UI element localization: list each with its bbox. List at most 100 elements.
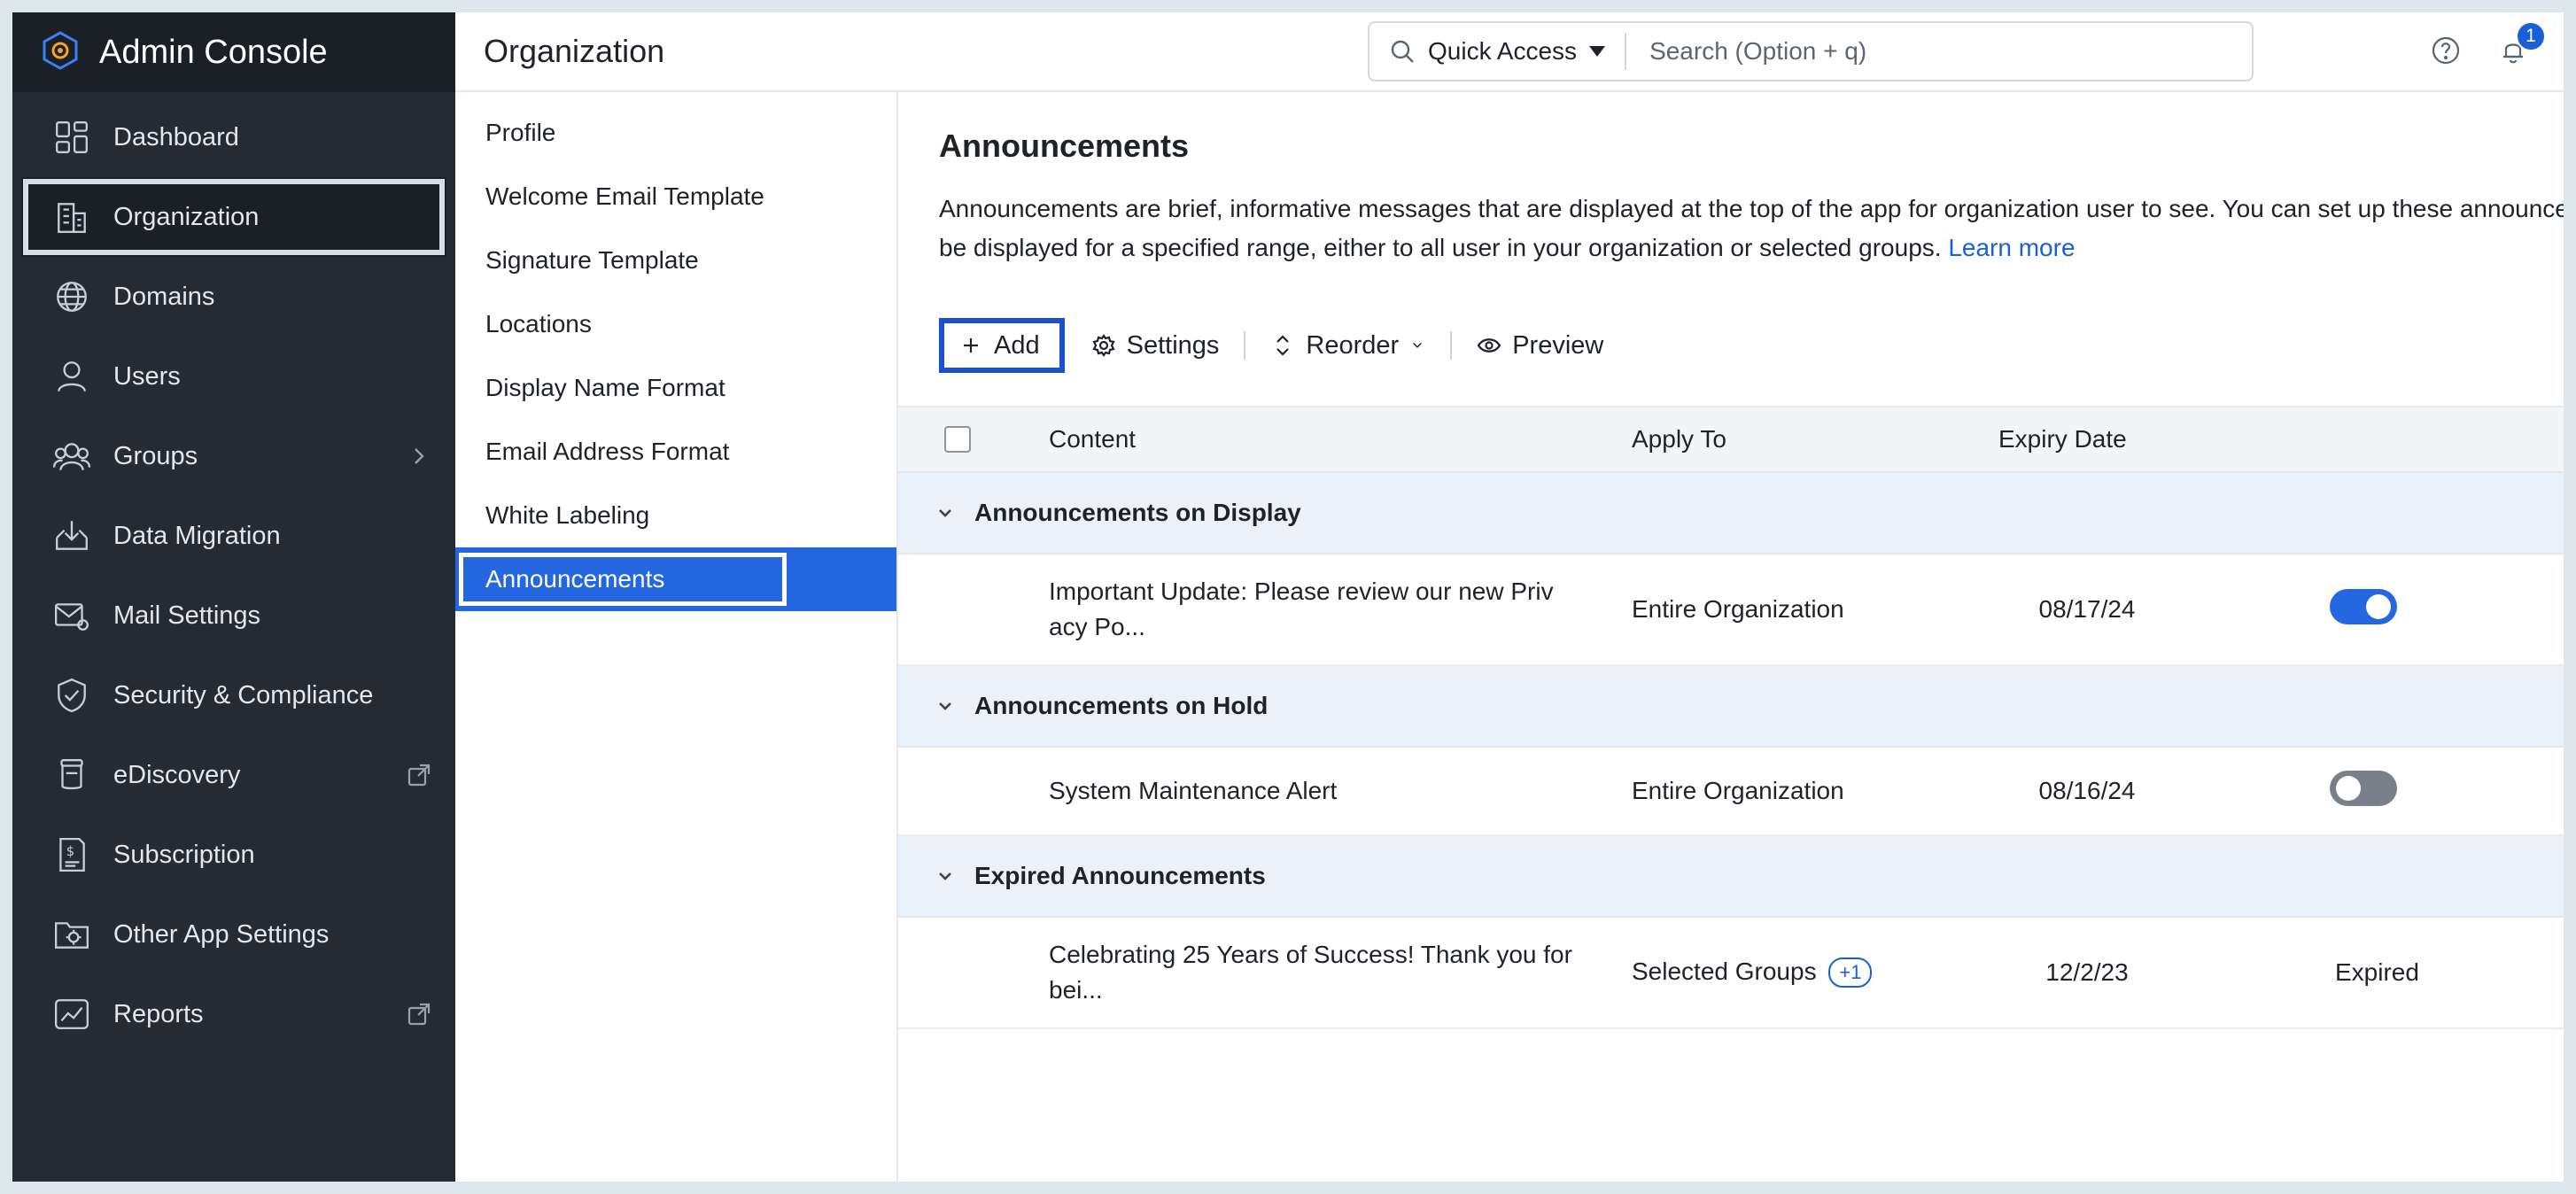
row-content: Celebrating 25 Years of Success! Thank y… [1049,941,1572,1004]
toolbar: Add Settings Reorder Preview [898,267,2564,377]
sidebar: Admin Console Dashboard Organization Dom… [12,12,455,1182]
chevron-down-icon [939,872,951,880]
subnav-item-welcome-email-template[interactable]: Welcome Email Template [455,165,896,229]
column-header-apply-to[interactable]: Apply To [1632,425,1998,454]
reorder-button[interactable]: Reorder [1270,331,1425,361]
sidebar-item-label: Subscription [113,840,255,869]
brand: Admin Console [12,12,455,92]
sidebar-item-label: Mail Settings [113,601,261,630]
shield-check-icon [58,678,86,713]
external-link-icon [406,1001,432,1027]
chevron-down-icon [939,509,951,517]
sidebar-item-label: Organization [113,202,260,231]
sidebar-item-security-compliance[interactable]: Security & Compliance [12,655,455,735]
quick-access-label: Quick Access [1428,37,1578,65]
row-state-cell: Expired [2246,958,2512,987]
sidebar-item-label: eDiscovery [113,760,241,789]
announcements-panel: Announcements Announcements are brief, i… [898,92,2564,1182]
notifications-button[interactable]: 1 [2498,20,2546,70]
app-title: Admin Console [99,33,328,71]
inbox-download-icon [56,521,88,550]
subnav-item-display-name-format[interactable]: Display Name Format [455,356,896,420]
subnav-item-label: Announcements [485,565,665,593]
learn-more-link[interactable]: Learn more [1948,234,2075,261]
subnav-item-announcements[interactable]: Announcements [455,547,896,611]
group-header-on-hold[interactable]: Announcements on Hold [898,666,2564,748]
select-all-checkbox[interactable] [944,426,971,453]
group-title: Announcements on Display [974,499,1301,526]
panel-description: Announcements are brief, informative mes… [939,190,2564,267]
header-checkbox-cell [898,426,1049,453]
sort-icon [1276,335,1290,356]
sidebar-item-dashboard[interactable]: Dashboard [12,97,455,177]
row-expiry: 08/16/24 [2038,777,2136,804]
row-state-cell [2246,770,2512,812]
group-title: Announcements on Hold [974,692,1269,719]
sidebar-item-domains[interactable]: Domains [12,257,455,337]
row-content: Important Update: Please review our new … [1049,578,1554,640]
topbar: Organization Quick Access 1 [455,12,2564,92]
sidebar-item-ediscovery[interactable]: eDiscovery [12,735,455,815]
sidebar-item-groups[interactable]: Groups [12,416,455,496]
help-button[interactable] [2431,35,2461,70]
sidebar-nav: Dashboard Organization Domains Users Gro… [12,92,455,1054]
globe-icon [57,282,87,312]
sidebar-item-subscription[interactable]: $ Subscription [12,815,455,895]
sidebar-item-data-migration[interactable]: Data Migration [12,496,455,576]
toolbar-divider [1244,331,1246,360]
subnav-item-white-labeling[interactable]: White Labeling [455,484,896,547]
invoice-icon: $ [59,837,85,872]
row-expiry: 12/2/23 [2045,958,2129,986]
sidebar-item-label: Other App Settings [113,919,330,949]
add-button[interactable]: Add [939,318,1065,373]
help-icon [2432,36,2460,64]
preview-button[interactable]: Preview [1477,331,1603,361]
sidebar-item-label: Dashboard [113,122,239,151]
announcements-table: Content Apply To Expiry Date Announcemen… [898,406,2564,1029]
gear-icon [1092,334,1115,357]
row-apply-to-cell: Selected Groups +1 [1632,958,1998,989]
quick-access-dropdown[interactable]: Quick Access [1369,33,1627,70]
search-input[interactable] [1626,37,2252,66]
page-title: Organization [484,33,665,69]
status-toggle[interactable] [2330,588,2397,624]
sidebar-item-other-app-settings[interactable]: Other App Settings [12,895,455,974]
group-header-on-display[interactable]: Announcements on Display [898,473,2564,554]
content-area: Profile Welcome Email Template Signature… [455,92,2564,1182]
description-text: Announcements are brief, informative mes… [939,195,2564,261]
sidebar-item-label: Groups [113,441,198,470]
status-toggle[interactable] [2330,770,2397,806]
table-row[interactable]: Celebrating 25 Years of Success! Thank y… [898,918,2564,1029]
sidebar-item-reports[interactable]: Reports [12,974,455,1054]
extra-groups-badge[interactable]: +1 [1828,958,1873,989]
subnav-item-profile[interactable]: Profile [455,101,896,165]
column-header-content[interactable]: Content [1049,425,1632,454]
toggle-knob [2366,593,2391,619]
table-row[interactable]: Important Update: Please review our new … [898,554,2564,666]
panel-header: Announcements Announcements are brief, i… [898,92,2564,267]
settings-label: Settings [1126,330,1220,360]
sidebar-item-label: Data Migration [113,521,281,550]
app-window: Admin Console Dashboard Organization Dom… [12,12,2564,1182]
subnav-item-signature-template[interactable]: Signature Template [455,229,896,292]
subnav-item-locations[interactable]: Locations [455,292,896,356]
subnav-item-email-address-format[interactable]: Email Address Format [455,420,896,484]
settings-button[interactable]: Settings [1091,330,1220,361]
dashboard-icon [56,121,88,153]
sidebar-item-users[interactable]: Users [12,337,455,416]
sidebar-item-label: Security & Compliance [113,680,374,709]
user-icon [58,361,86,392]
row-apply-to: Entire Organization [1632,777,1844,804]
svg-text:$: $ [66,844,74,859]
archive-jar-icon [60,759,83,790]
column-header-expiry-date[interactable]: Expiry Date [1998,425,2246,454]
row-apply-to: Entire Organization [1632,595,1844,623]
chevron-right-icon [406,443,432,469]
group-header-expired[interactable]: Expired Announcements [898,836,2564,918]
table-row[interactable]: System Maintenance Alert Entire Organiza… [898,748,2564,836]
main-area: Organization Quick Access 1 [455,12,2564,1182]
table-header: Content Apply To Expiry Date [898,406,2564,473]
sidebar-item-mail-settings[interactable]: Mail Settings [12,576,455,655]
sidebar-item-organization[interactable]: Organization [21,177,446,257]
admin-gear-icon [39,29,81,76]
